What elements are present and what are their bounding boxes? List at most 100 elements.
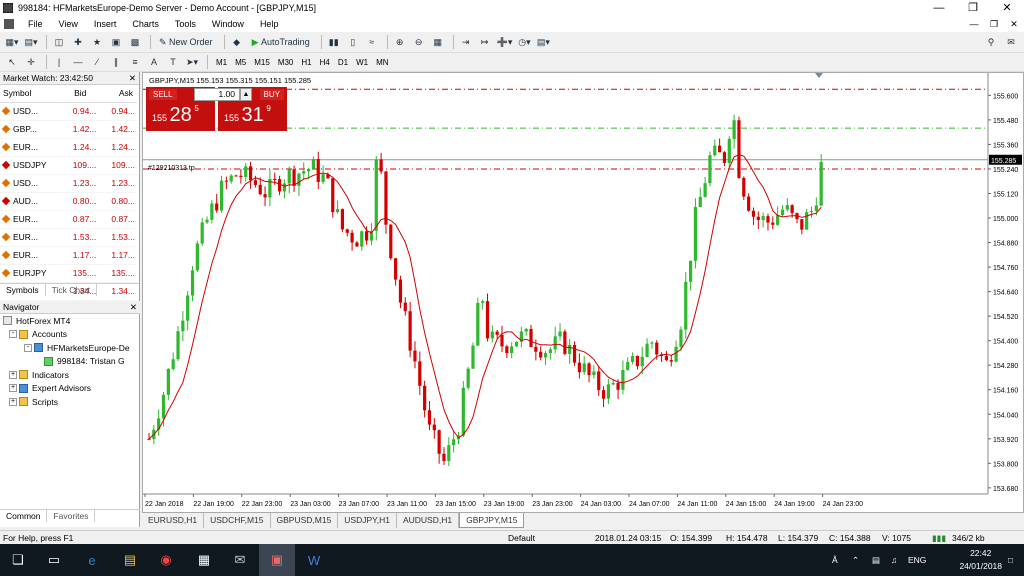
timeframe-m5[interactable]: M5 xyxy=(231,58,250,67)
mdi-minimize-button[interactable]: — xyxy=(964,16,984,32)
menu-window[interactable]: Window xyxy=(204,19,252,29)
bar-chart-icon[interactable]: ▮▮ xyxy=(326,34,342,50)
tab-tick-chart[interactable]: Tick Chart xyxy=(46,284,98,296)
channel-icon[interactable]: ∥ xyxy=(108,54,124,70)
nav-indicators[interactable]: + Indicators xyxy=(0,368,140,382)
collapse-icon[interactable]: - xyxy=(9,330,17,339)
file-explorer-icon[interactable]: ▤ xyxy=(112,544,148,576)
close-button[interactable]: ✕ xyxy=(990,0,1024,16)
profiles-icon[interactable]: ▤▾ xyxy=(23,34,39,50)
menu-view[interactable]: View xyxy=(51,19,86,29)
people-icon[interactable]: Å xyxy=(832,544,838,576)
market-watch-row[interactable]: USD... 1.23... 1.23... xyxy=(0,174,137,193)
zoom-out-icon[interactable]: ⊖ xyxy=(411,34,427,50)
maximize-button[interactable]: ❐ xyxy=(956,0,990,16)
volume-icon[interactable]: ♫ xyxy=(891,544,897,576)
templates-icon[interactable]: ▤▾ xyxy=(535,34,551,50)
menu-insert[interactable]: Insert xyxy=(86,19,125,29)
market-watch-row[interactable]: EUR... 1.17... 1.17... xyxy=(0,246,137,265)
collapse-icon[interactable]: - xyxy=(24,343,32,352)
metatrader-taskbar-icon[interactable]: ▣ xyxy=(259,544,295,576)
indicators-icon[interactable]: ➕▾ xyxy=(496,34,514,50)
task-view-icon[interactable]: ▭ xyxy=(36,544,72,576)
mdi-close-button[interactable]: ✕ xyxy=(1004,16,1024,32)
chart-tab-usdjpy[interactable]: USDJPY,H1 xyxy=(338,513,397,528)
trendline-icon[interactable]: ∕ xyxy=(89,54,105,70)
menu-help[interactable]: Help xyxy=(252,19,287,29)
chart-tab-audusd[interactable]: AUDUSD,H1 xyxy=(397,513,460,528)
market-watch-row[interactable]: EUR... 1.24... 1.24... xyxy=(0,138,137,157)
timeframe-mn[interactable]: MN xyxy=(372,58,392,67)
cursor-icon[interactable]: ↖ xyxy=(4,54,20,70)
nav-server[interactable]: - HFMarketsEurope-De xyxy=(0,341,140,355)
chart-shift-icon[interactable]: ↦ xyxy=(477,34,493,50)
chat-icon[interactable]: ✉ xyxy=(1003,34,1019,50)
mdi-restore-button[interactable]: ❐ xyxy=(984,16,1004,32)
chart-tab-eurusd[interactable]: EURUSD,H1 xyxy=(142,513,205,528)
terminal-icon[interactable]: ▣ xyxy=(108,34,124,50)
menu-tools[interactable]: Tools xyxy=(167,19,204,29)
line-chart-icon[interactable]: ≈ xyxy=(364,34,380,50)
nav-account[interactable]: 998184: Tristan G xyxy=(0,355,140,369)
tile-windows-icon[interactable]: ▦ xyxy=(430,34,446,50)
price-chart[interactable]: 155.600 155.480 155.360 155.240 155.120 155.0… xyxy=(143,73,1023,512)
chart-tab-gbpjpy[interactable]: GBPJPY,M15 xyxy=(459,513,525,528)
timeframe-m30[interactable]: M30 xyxy=(274,58,298,67)
timeframe-w1[interactable]: W1 xyxy=(352,58,372,67)
word-icon[interactable]: W xyxy=(296,544,332,576)
new-order-button[interactable]: ✎ New Order xyxy=(155,34,217,50)
chart-tab-gbpusd[interactable]: GBPUSD,M15 xyxy=(271,513,339,528)
market-watch-row[interactable]: AUD... 0.80... 0.80... xyxy=(0,192,137,211)
edge-browser-icon[interactable]: e xyxy=(74,544,110,576)
search-icon[interactable]: ⚲ xyxy=(983,34,999,50)
chart-tab-usdchf[interactable]: USDCHF,M15 xyxy=(204,513,271,528)
label-tool-icon[interactable]: T xyxy=(165,54,181,70)
mail-icon[interactable]: ✉ xyxy=(222,544,258,576)
new-chart-icon[interactable]: ▦▾ xyxy=(4,34,20,50)
volume-up-icon[interactable]: ▲ xyxy=(240,88,252,101)
order-tp-label[interactable]: #129210313 tp xyxy=(148,165,195,172)
nav-expert-advisors[interactable]: + Expert Advisors xyxy=(0,382,140,396)
market-watch-row[interactable]: USD... 0.94... 0.94... xyxy=(0,102,137,121)
column-symbol[interactable]: Symbol xyxy=(0,85,60,103)
market-watch-row[interactable]: EUR... 0.87... 0.87... xyxy=(0,210,137,229)
chart-window[interactable]: 155.600 155.480 155.360 155.240 155.120 155.0… xyxy=(142,72,1024,513)
data-window-icon[interactable]: ✚ xyxy=(70,34,86,50)
timeframe-h4[interactable]: H4 xyxy=(316,58,334,67)
timeframe-m15[interactable]: M15 xyxy=(250,58,274,67)
network-icon[interactable]: ▤ xyxy=(872,544,880,576)
strategy-tester-icon[interactable]: ▩ xyxy=(127,34,143,50)
timeframe-m1[interactable]: M1 xyxy=(212,58,231,67)
tab-common[interactable]: Common xyxy=(0,510,48,522)
tray-expand-icon[interactable]: ⌃ xyxy=(852,544,859,576)
autotrading-button[interactable]: ▶ AutoTrading xyxy=(248,34,314,50)
market-watch-icon[interactable]: ◫ xyxy=(51,34,67,50)
expand-icon[interactable]: + xyxy=(9,397,17,406)
text-tool-icon[interactable]: A xyxy=(146,54,162,70)
vertical-line-icon[interactable]: | xyxy=(51,54,67,70)
expand-icon[interactable]: + xyxy=(9,370,17,379)
nav-root[interactable]: HotForex MT4 xyxy=(0,314,140,328)
input-language[interactable]: ENG xyxy=(908,544,926,576)
chrome-icon[interactable]: ◉ xyxy=(148,544,184,576)
horizontal-line-icon[interactable]: — xyxy=(70,54,86,70)
nav-scripts[interactable]: + Scripts xyxy=(0,395,140,409)
market-watch-row[interactable]: USDJPY 109.... 109.... xyxy=(0,156,137,175)
menu-file[interactable]: File xyxy=(20,19,51,29)
arrows-icon[interactable]: ➤▾ xyxy=(184,54,200,70)
market-watch-close-icon[interactable]: ✕ xyxy=(129,72,136,85)
nav-accounts[interactable]: - Accounts xyxy=(0,328,140,342)
volume-input[interactable]: 1.00 xyxy=(194,88,240,101)
fibonacci-icon[interactable]: ≡ xyxy=(127,54,143,70)
tab-favorites[interactable]: Favorites xyxy=(47,510,96,522)
tab-symbols[interactable]: Symbols xyxy=(0,284,46,296)
windows-start-icon[interactable]: ❏ xyxy=(0,544,36,576)
timeframe-h1[interactable]: H1 xyxy=(297,58,315,67)
expand-icon[interactable]: + xyxy=(9,384,17,393)
market-watch-row[interactable]: GBP... 1.42... 1.42... xyxy=(0,120,137,139)
navigator-close-icon[interactable]: ✕ xyxy=(130,301,137,314)
store-icon[interactable]: ▦ xyxy=(186,544,222,576)
column-bid[interactable]: Bid xyxy=(59,85,99,103)
metaeditor-icon[interactable]: ◆ xyxy=(229,34,245,50)
market-watch-row[interactable]: EUR... 1.53... 1.53... xyxy=(0,228,137,247)
